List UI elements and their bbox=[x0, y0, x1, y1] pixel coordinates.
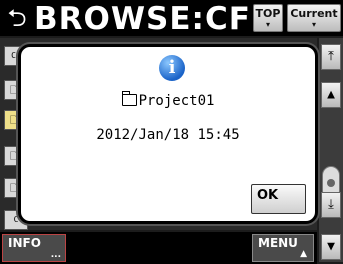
down-icon[interactable]: ▼ bbox=[321, 234, 341, 260]
scrollbar[interactable]: ⤒ ▲ ⤓ ▼ bbox=[319, 38, 343, 262]
current-arrow-icon: ▾ bbox=[311, 20, 316, 29]
top-button-label: TOP bbox=[255, 7, 281, 20]
menu-button-label: MENU bbox=[258, 236, 298, 250]
folder-icon bbox=[121, 91, 137, 106]
info-button[interactable]: INFO ... bbox=[2, 234, 66, 262]
date-time: 2012/Jan/18 15:45 bbox=[96, 127, 240, 143]
folder-name: Project01 bbox=[138, 93, 215, 109]
recorder-screen: ⮌ BROWSE:CF TOP ▾ Current ▾ CF 🗀 🗀 🗀 🗀 C… bbox=[0, 0, 343, 264]
page-down-icon[interactable]: ⤓ bbox=[321, 192, 341, 218]
info-dialog: i Project01 2012/Jan/18 15:45 OK bbox=[18, 44, 318, 224]
page-title: BROWSE:CF bbox=[34, 1, 251, 37]
current-button-label: Current bbox=[290, 7, 338, 20]
current-button[interactable]: Current ▾ bbox=[287, 4, 341, 32]
top-bar: ⮌ BROWSE:CF TOP ▾ Current ▾ bbox=[0, 0, 343, 37]
info-button-label: INFO bbox=[8, 236, 41, 250]
menu-arrow-icon: ▲ bbox=[300, 249, 307, 259]
top-arrow-icon: ▾ bbox=[265, 20, 270, 29]
folder-name-line: Project01 bbox=[21, 91, 315, 109]
return-arrow-icon[interactable]: ⮌ bbox=[2, 4, 32, 32]
top-button[interactable]: TOP ▾ bbox=[253, 4, 283, 32]
ok-button[interactable]: OK bbox=[251, 184, 306, 214]
menu-button[interactable]: MENU ▲ bbox=[252, 234, 314, 262]
up-icon[interactable]: ▲ bbox=[321, 82, 341, 108]
page-up-icon[interactable]: ⤒ bbox=[321, 44, 341, 70]
info-icon: i bbox=[159, 55, 185, 81]
info-dots: ... bbox=[50, 250, 61, 260]
